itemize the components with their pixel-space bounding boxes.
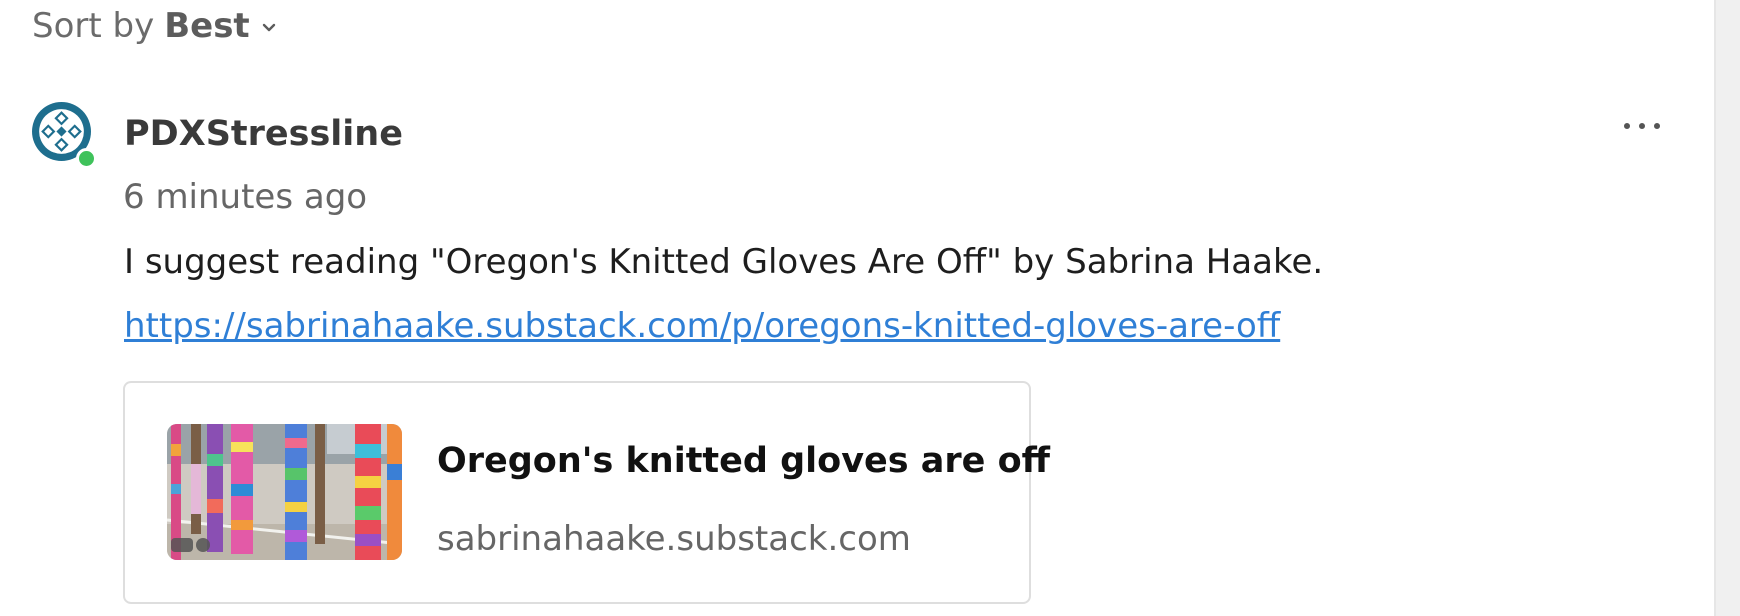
- chevron-down-icon: [262, 23, 276, 33]
- link-preview-thumbnail: [167, 424, 402, 560]
- more-dot: [1624, 123, 1630, 129]
- link-preview-title: Oregon's knitted gloves are off: [437, 441, 1050, 481]
- comment-author[interactable]: PDXStressline: [124, 114, 403, 154]
- online-status-indicator: [76, 148, 97, 169]
- sort-value-label: Best: [164, 6, 250, 46]
- more-dot: [1654, 123, 1660, 129]
- link-preview-domain: sabrinahaake.substack.com: [437, 519, 911, 559]
- comment-body: I suggest reading "Oregon's Knitted Glov…: [124, 242, 1324, 282]
- more-options-icon[interactable]: [1624, 114, 1660, 138]
- more-dot: [1639, 123, 1645, 129]
- scrollbar-track[interactable]: [1716, 0, 1740, 616]
- sort-dropdown[interactable]: Sort by Best: [32, 6, 276, 46]
- sort-prefix-label: Sort by: [32, 6, 155, 46]
- comment-link[interactable]: https://sabrinahaake.substack.com/p/oreg…: [124, 306, 1280, 346]
- comment-timestamp[interactable]: 6 minutes ago: [123, 177, 367, 217]
- link-preview-card[interactable]: Oregon's knitted gloves are off sabrinah…: [123, 381, 1050, 604]
